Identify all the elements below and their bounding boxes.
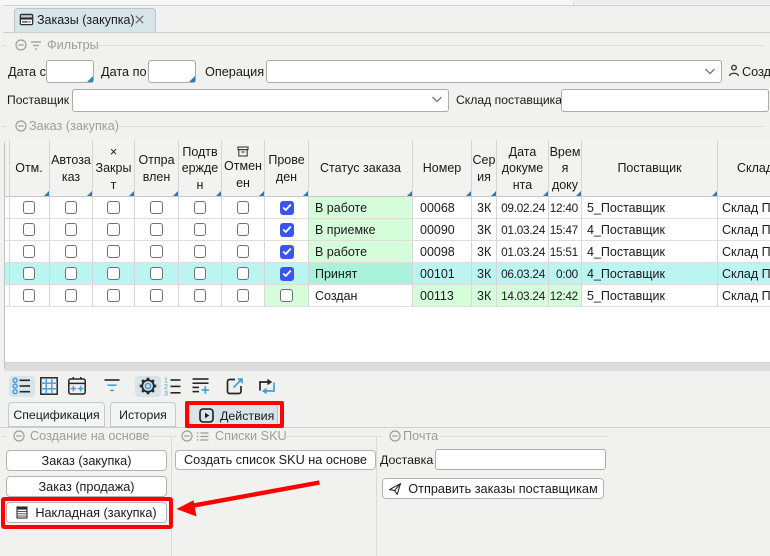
svg-text:3: 3 <box>164 390 168 397</box>
